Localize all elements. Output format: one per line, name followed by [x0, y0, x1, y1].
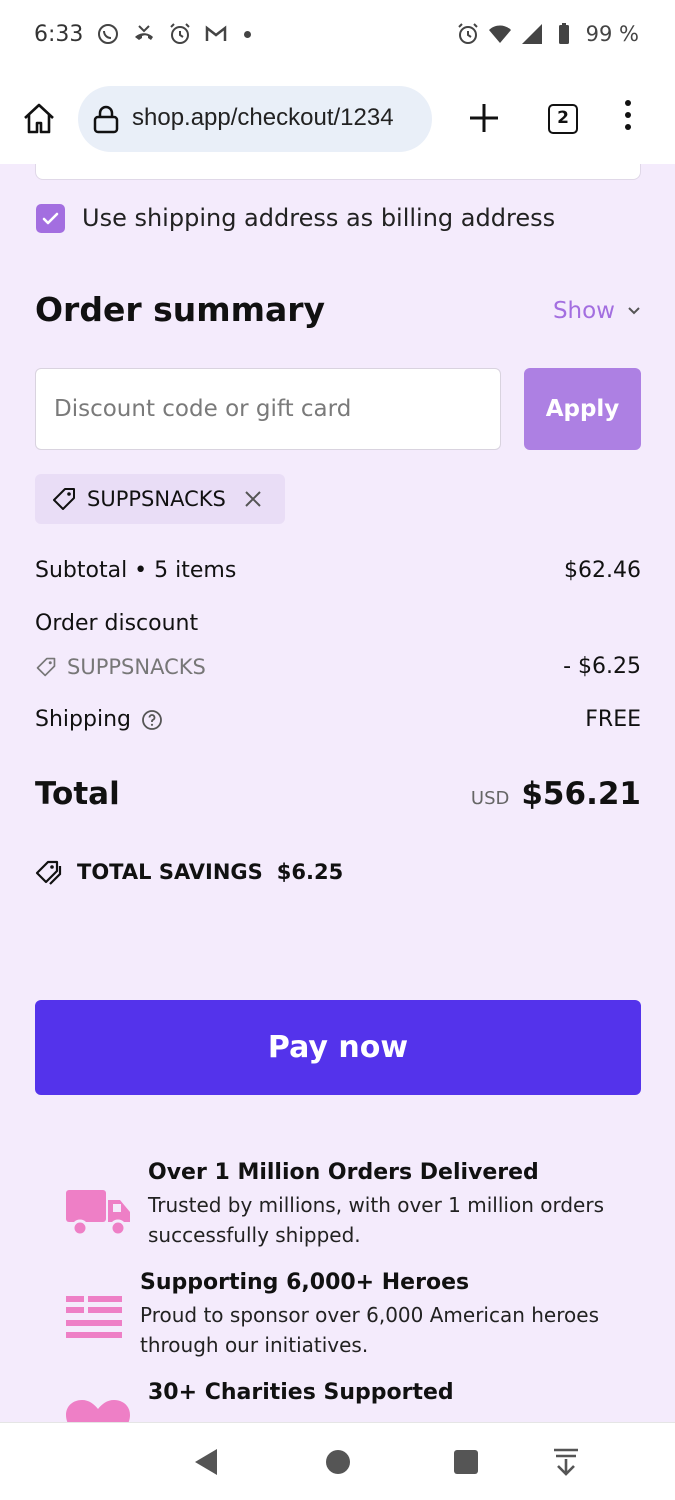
feature-title: 30+ Charities Supported — [148, 1380, 454, 1405]
currency-code: USD — [470, 788, 510, 809]
address-bar[interactable]: shop.app/checkout/1234 — [78, 86, 432, 152]
subtotal-row: Subtotal • 5 items $62.46 — [35, 558, 641, 583]
new-tab-icon[interactable] — [466, 100, 502, 136]
tag-icon — [53, 488, 75, 510]
billing-same-label[interactable]: Use shipping address as billing address — [82, 204, 555, 232]
remove-discount-icon[interactable] — [244, 490, 262, 508]
missed-call-icon — [135, 25, 153, 40]
discount-code-input[interactable] — [35, 368, 501, 450]
apply-discount-button[interactable]: Apply — [524, 368, 641, 450]
pay-now-button[interactable]: Pay now — [35, 1000, 641, 1095]
alarm-icon — [457, 23, 478, 44]
system-navigation-bar — [0, 1422, 675, 1500]
subtotal-label: Subtotal • 5 items — [35, 558, 237, 583]
overflow-menu-icon[interactable] — [620, 100, 636, 136]
discount-code-row: SUPPSNACKS - $6.25 — [35, 654, 641, 679]
back-icon[interactable] — [193, 1447, 219, 1477]
order-discount-label: Order discount — [35, 611, 199, 636]
shipping-label: Shipping — [35, 707, 131, 732]
whatsapp-icon — [98, 24, 118, 44]
applied-discount-chip: SUPPSNACKS — [35, 474, 285, 524]
billing-same-checkbox[interactable] — [36, 204, 65, 233]
subtotal-value: $62.46 — [564, 558, 641, 583]
home-icon[interactable] — [20, 100, 58, 138]
applied-code-label: SUPPSNACKS — [87, 487, 226, 511]
order-discount-row: Order discount — [35, 611, 641, 636]
shipping-row: Shipping FREE — [35, 707, 641, 732]
savings-value: $6.25 — [276, 860, 344, 884]
lock-icon — [93, 105, 119, 134]
status-time: 6:33 — [34, 22, 84, 47]
battery-percent: 99 % — [585, 22, 639, 46]
status-bar: 6:33 99 % — [0, 0, 675, 72]
savings-tag-icon — [35, 860, 62, 885]
wifi-icon — [488, 25, 511, 43]
checkout-page: Use shipping address as billing address … — [0, 164, 675, 1422]
total-amount: $56.21 — [521, 776, 641, 812]
shipping-value: FREE — [585, 707, 641, 732]
tab-switcher-button[interactable]: 2 — [548, 104, 578, 134]
total-label: Total — [35, 776, 120, 812]
url-text: shop.app/checkout/1234 — [132, 104, 394, 131]
show-toggle-label: Show — [552, 298, 615, 324]
heart-icon — [66, 1400, 130, 1422]
home-nav-icon[interactable] — [326, 1450, 350, 1474]
feature-title: Supporting 6,000+ Heroes — [140, 1270, 470, 1295]
previous-address-field[interactable] — [35, 164, 641, 180]
savings-label: TOTAL SAVINGS — [77, 860, 263, 884]
alarm-icon — [170, 23, 190, 44]
checkmark-icon — [42, 212, 59, 225]
browser-toolbar: shop.app/checkout/1234 2 — [0, 72, 675, 164]
help-icon[interactable] — [141, 709, 163, 731]
total-row: Total USD $56.21 — [35, 776, 641, 812]
signal-icon — [521, 24, 542, 44]
discount-code-label: SUPPSNACKS — [67, 654, 206, 679]
show-summary-toggle[interactable]: Show — [553, 298, 641, 324]
flag-icon — [66, 1296, 122, 1338]
gmail-icon — [205, 25, 227, 41]
truck-icon — [66, 1190, 130, 1237]
tag-icon — [36, 657, 56, 676]
notification-dot — [244, 30, 251, 38]
feature-description: Trusted by millions, with over 1 million… — [148, 1193, 604, 1247]
battery-icon — [558, 23, 569, 44]
feature-description: Proud to sponsor over 6,000 American her… — [140, 1303, 599, 1357]
chevron-down-icon — [628, 307, 640, 315]
order-summary-title: Order summary — [35, 290, 326, 329]
recent-apps-icon[interactable] — [454, 1450, 478, 1474]
total-savings: TOTAL SAVINGS $6.25 — [35, 858, 343, 886]
discount-value: - $6.25 — [563, 654, 641, 679]
download-icon[interactable] — [552, 1447, 580, 1477]
feature-title: Over 1 Million Orders Delivered — [148, 1160, 539, 1185]
